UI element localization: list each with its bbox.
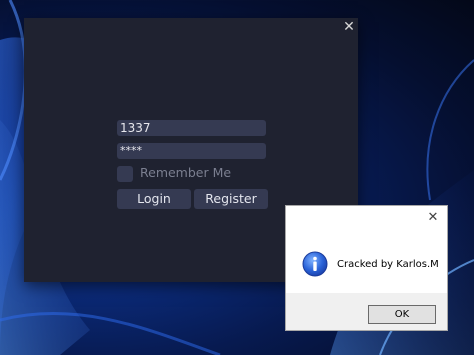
- password-field[interactable]: ****: [117, 143, 266, 159]
- remember-me-checkbox[interactable]: [117, 166, 133, 182]
- username-field[interactable]: 1337: [117, 120, 266, 136]
- register-button[interactable]: Register: [194, 189, 268, 209]
- message-body: ✕ Cracked by Karlos.M: [286, 206, 447, 293]
- login-button[interactable]: Login: [117, 189, 191, 209]
- remember-me-label[interactable]: Remember Me: [140, 165, 231, 180]
- title-bar[interactable]: ✕: [24, 18, 358, 36]
- ok-button[interactable]: OK: [368, 305, 436, 324]
- close-icon[interactable]: ✕: [425, 210, 441, 226]
- info-icon: [302, 251, 328, 277]
- message-text: Cracked by Karlos.M: [337, 259, 439, 270]
- close-icon[interactable]: ✕: [340, 18, 358, 36]
- message-box-dialog: ✕ Cracked by Karlos.M OK: [285, 205, 448, 331]
